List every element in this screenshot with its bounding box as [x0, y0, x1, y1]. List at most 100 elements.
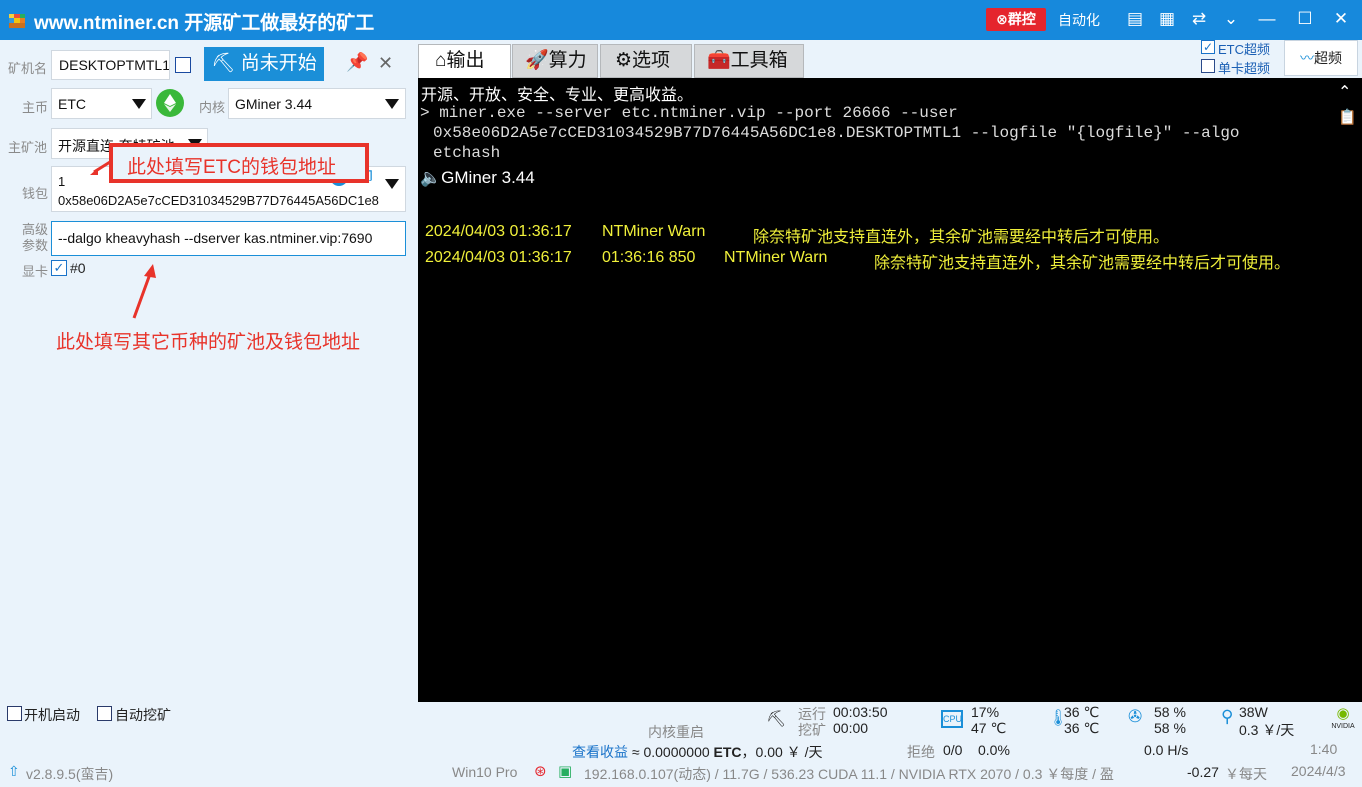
pool-label: 主矿池 [8, 140, 48, 155]
tab-output-label: 输出 [446, 50, 485, 71]
cpu-temp: 47 ℃ [971, 720, 1007, 736]
profit-unit: ￥每天 [1225, 766, 1267, 782]
coin-dropdown-icon[interactable] [132, 99, 146, 109]
console-cmd-2: 0x58e06D2A5e7cCED31034529B77D76445A56DC1… [433, 124, 1240, 142]
power-cost: 0.3 ￥/天 [1239, 722, 1295, 738]
reject-label: 拒绝 [907, 744, 935, 760]
close-window-icon[interactable]: ✕ [1330, 8, 1352, 30]
view-income-link[interactable]: 查看收益 [572, 744, 628, 760]
warn-message-1: 除奈特矿池支持直连外，其余矿池需要经中转后才可使用。 [753, 229, 1170, 246]
console-kernel-line: 🔈GMiner 3.44 [420, 168, 535, 188]
list-icon[interactable]: ▤ [1124, 8, 1146, 30]
shovel-icon: ⛏ [766, 711, 787, 728]
console-cmd-3: etchash [433, 144, 501, 162]
tab-hashrate[interactable]: 🚀算力 [512, 44, 598, 78]
console-kernel-name: GMiner 3.44 [441, 168, 535, 187]
warn-time-2: 01:36:16 850 [602, 249, 696, 266]
wallet-dropdown-icon[interactable] [385, 179, 399, 189]
tab-options[interactable]: ⚙选项 [600, 44, 692, 78]
translate-icon[interactable]: ⇄ [1188, 8, 1210, 30]
chevron-down-icon[interactable]: ⌄ [1220, 8, 1242, 30]
kernel-restart-label[interactable]: 内核重启 [648, 722, 704, 742]
automation-button[interactable]: 自动化 [1058, 10, 1100, 30]
gear-icon: ⚙ [615, 50, 633, 71]
wallet-label: 钱包 [22, 186, 49, 201]
group-control-label: 群控 [1007, 11, 1036, 27]
ethereum-classic-icon [156, 89, 184, 117]
app-cube-icon [9, 14, 25, 28]
tab-output[interactable]: ⌂输出 [418, 44, 511, 78]
single-overclock-checkbox[interactable] [1201, 59, 1215, 73]
kernel-value: GMiner 3.44 [235, 96, 313, 112]
minimize-icon[interactable]: — [1256, 8, 1278, 30]
etc-overclock-label: ETC超频 [1218, 42, 1271, 57]
advanced-label-2: 参数 [22, 238, 49, 253]
cpu-usage: 17% [971, 704, 1000, 720]
shovel-icon: ⛏ [211, 53, 236, 74]
network-icon: ▣ [558, 763, 573, 780]
income-coin: ETC [713, 744, 742, 760]
tab-toolbox[interactable]: 🧰工具箱 [694, 44, 804, 78]
miner-name-checkbox[interactable] [175, 57, 191, 73]
version-label[interactable]: v2.8.9.5(蛮吉) [26, 764, 113, 784]
advanced-params-input[interactable]: --dalgo kheavyhash --dserver kas.ntminer… [51, 221, 406, 256]
run-value: 00:03:50 [833, 704, 888, 720]
cpu-icon: CPU [941, 710, 963, 728]
boot-start-label: 开机启动 [24, 707, 80, 723]
gpu-checkbox[interactable]: ✓ [51, 260, 67, 276]
nvidia-text: NVIDIA [1331, 723, 1355, 730]
gpu-temp-2: 36 ℃ [1064, 720, 1100, 736]
clock-time: 1:40 [1310, 741, 1338, 757]
nvidia-logo: ◉ NVIDIA [1330, 706, 1356, 734]
clock-date: 2024/4/3 [1291, 763, 1346, 779]
power-watts: 38W [1239, 704, 1268, 720]
system-info: 192.168.0.107(动态) / 11.7G / 536.23 CUDA … [584, 766, 1114, 782]
profit-value: -0.27 [1187, 764, 1219, 780]
boot-start-checkbox[interactable] [7, 706, 22, 721]
tab-options-label: 选项 [632, 50, 671, 71]
clipboard-icon[interactable]: 📋 [1338, 108, 1357, 126]
group-control-button[interactable]: ⊗群控 [986, 8, 1046, 31]
tab-toolbox-label: 工具箱 [730, 50, 788, 71]
rocket-icon: 🚀 [525, 50, 549, 71]
warn-message-2: 除奈特矿池支持直连外，其余矿池需要经中转后才可使用。 [874, 255, 1291, 272]
maximize-icon[interactable]: ☐ [1294, 8, 1316, 30]
income-row: 查看收益 ≈ 0.0000000 ETC，0.00 ￥ /天 [572, 742, 822, 762]
kernel-dropdown-icon[interactable] [385, 99, 399, 109]
scroll-top-icon[interactable]: ⌃ [1338, 82, 1351, 102]
etc-overclock-checkbox[interactable]: ✓ [1201, 40, 1215, 54]
warn-date-2: 2024/04/03 01:36:17 [425, 249, 572, 266]
overclock-label: 超频 [1314, 50, 1342, 66]
gpu-label: 显卡 [22, 264, 49, 279]
overclock-button[interactable]: 〰超频 [1284, 40, 1358, 76]
income-value: ≈ 0.0000000 [631, 744, 710, 760]
close-icon[interactable]: ✕ [378, 53, 393, 74]
reject-value: 0/0 [943, 742, 963, 758]
kernel-label: 内核 [199, 100, 226, 115]
warn-source-2: NTMiner Warn [724, 249, 828, 266]
overclock-icon: 〰 [1300, 50, 1314, 66]
grid-icon[interactable]: ▦ [1156, 8, 1178, 30]
os-label: Win10 Pro [452, 764, 518, 780]
miner-name-input[interactable]: DESKTOPTMTL1 [51, 50, 170, 80]
wallet-arrow-icon [90, 160, 111, 175]
fan-icon: ✇ [1128, 707, 1143, 726]
single-overclock-label: 单卡超频 [1218, 61, 1271, 76]
income-cny: ，0.00 ￥ /天 [741, 744, 823, 760]
console-output[interactable]: 开源、开放、安全、专业、更高收益。 > miner.exe --server e… [418, 78, 1362, 702]
update-icon[interactable]: ⇧ [8, 763, 20, 780]
pin-icon[interactable]: 📌 [346, 52, 368, 73]
remote-icon: ⊗ [996, 11, 1008, 27]
nvidia-eye-icon: ◉ [1336, 705, 1350, 722]
console-cmd-1: > miner.exe --server etc.ntminer.vip --p… [420, 104, 958, 122]
start-button[interactable]: ⛏ 尚未开始 [204, 47, 324, 81]
hashrate-value: 0.0 H/s [1144, 742, 1189, 758]
mine-label: 挖矿 [798, 722, 826, 738]
toolbox-icon: 🧰 [707, 50, 731, 71]
user-icon[interactable]: ⊛ [534, 762, 547, 780]
kernel-select[interactable]: GMiner 3.44 [228, 88, 406, 119]
fan-speed-2: 58 % [1154, 720, 1186, 736]
warn-source-1: NTMiner Warn [602, 223, 706, 240]
auto-mine-checkbox[interactable] [97, 706, 112, 721]
coin-label: 主币 [22, 100, 49, 115]
